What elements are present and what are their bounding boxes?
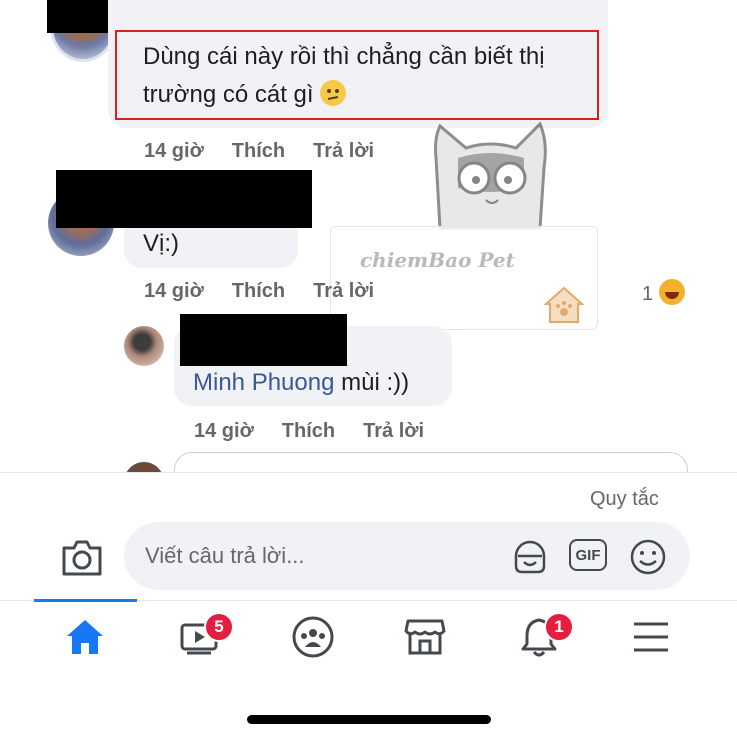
- haha-reaction-icon: [658, 279, 685, 305]
- house-paw-icon: [543, 286, 585, 323]
- reply-link[interactable]: Trả lời: [363, 420, 424, 442]
- comment-time: 14 giờ: [144, 280, 204, 302]
- rules-link[interactable]: Quy tắc: [590, 488, 659, 511]
- comment-text-line: Dùng cái này rồi thì chẳng cần biết thị: [143, 43, 545, 70]
- reaction-summary[interactable]: 1: [642, 279, 685, 306]
- mention-link[interactable]: Minh Phuong: [193, 369, 334, 396]
- redacted-name: [180, 314, 347, 366]
- home-indicator: [247, 715, 491, 724]
- comment-text: Dùng cái này rồi thì chẳng cần biết thị …: [143, 38, 593, 114]
- tab-marketplace[interactable]: [400, 612, 450, 662]
- watermark-brand: chiemBao Pet: [360, 248, 515, 272]
- camera-icon[interactable]: [60, 536, 104, 578]
- groups-icon: [292, 616, 334, 658]
- cat-watermark-icon: [434, 121, 547, 230]
- tab-menu[interactable]: [626, 612, 676, 662]
- comment-text: Vị:): [143, 230, 179, 257]
- marketplace-icon: [404, 619, 446, 655]
- reaction-count: 1: [642, 283, 654, 305]
- like-link[interactable]: Thích: [232, 280, 285, 302]
- comment-text: Minh Phuong mùi :)): [193, 364, 409, 402]
- comment-text-part: mùi :)): [334, 369, 410, 396]
- gif-label: GIF: [575, 546, 601, 564]
- comment-text-line: trường có cát gì: [143, 76, 593, 114]
- redacted-name: [56, 170, 312, 228]
- emoji-icon[interactable]: [628, 537, 668, 577]
- sticker-icon[interactable]: [510, 536, 550, 576]
- gif-button[interactable]: GIF: [569, 539, 607, 571]
- reply-link[interactable]: Trả lời: [313, 140, 374, 162]
- like-link[interactable]: Thích: [232, 140, 285, 162]
- notifications-badge: 1: [544, 612, 574, 642]
- comment-meta: 14 giờ Thích Trả lời: [144, 280, 402, 303]
- commenter-avatar[interactable]: [124, 326, 164, 366]
- confused-emoji-icon: [320, 80, 347, 106]
- video-badge: 5: [204, 612, 234, 642]
- tab-groups[interactable]: [288, 612, 338, 662]
- menu-icon: [634, 622, 668, 652]
- comment-meta: 14 giờ Thích Trả lời: [194, 420, 452, 443]
- active-tab-indicator: [34, 599, 137, 602]
- reply-placeholder: Viết câu trả lời...: [145, 543, 305, 568]
- home-icon: [67, 620, 103, 654]
- tab-home[interactable]: [60, 612, 110, 662]
- comment-text-part: trường có cát gì: [143, 81, 314, 108]
- comment-meta: 14 giờ Thích Trả lời: [144, 140, 402, 163]
- like-link[interactable]: Thích: [282, 420, 335, 442]
- comment-time: 14 giờ: [194, 420, 254, 442]
- comment-time: 14 giờ: [144, 140, 204, 162]
- reply-link[interactable]: Trả lời: [313, 280, 374, 302]
